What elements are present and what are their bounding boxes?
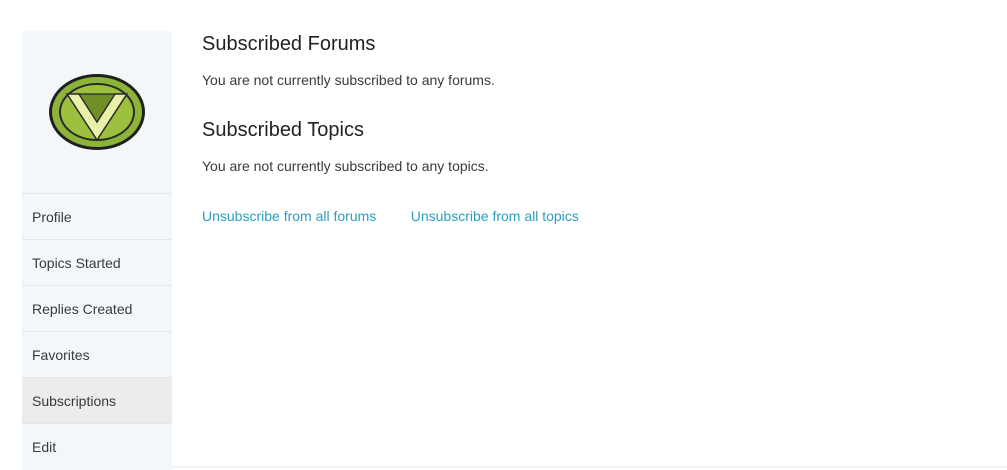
profile-nav: Profile Topics Started Replies Created F… (22, 193, 172, 469)
avatar-container (22, 31, 172, 193)
subscribed-forums-empty-message: You are not currently subscribed to any … (202, 72, 495, 88)
unsubscribe-links: Unsubscribe from all forums Unsubscribe … (202, 207, 579, 226)
avatar[interactable] (47, 72, 147, 152)
profile-sidebar: Profile Topics Started Replies Created F… (22, 31, 172, 470)
subscribed-topics-empty-message: You are not currently subscribed to any … (202, 158, 489, 174)
sidebar-item-subscriptions[interactable]: Subscriptions (22, 377, 172, 423)
sidebar-item-favorites[interactable]: Favorites (22, 331, 172, 377)
sidebar-item-topics-started[interactable]: Topics Started (22, 239, 172, 285)
unsubscribe-all-forums-link[interactable]: Unsubscribe from all forums (202, 208, 376, 224)
subscribed-forums-heading: Subscribed Forums (202, 33, 376, 55)
sidebar-item-replies-created[interactable]: Replies Created (22, 285, 172, 331)
sidebar-item-profile[interactable]: Profile (22, 193, 172, 239)
page: Profile Topics Started Replies Created F… (0, 0, 1007, 470)
subscribed-topics-heading: Subscribed Topics (202, 119, 364, 141)
sidebar-item-edit[interactable]: Edit (22, 423, 172, 469)
unsubscribe-all-topics-link[interactable]: Unsubscribe from all topics (411, 208, 579, 224)
divider (172, 466, 1007, 468)
